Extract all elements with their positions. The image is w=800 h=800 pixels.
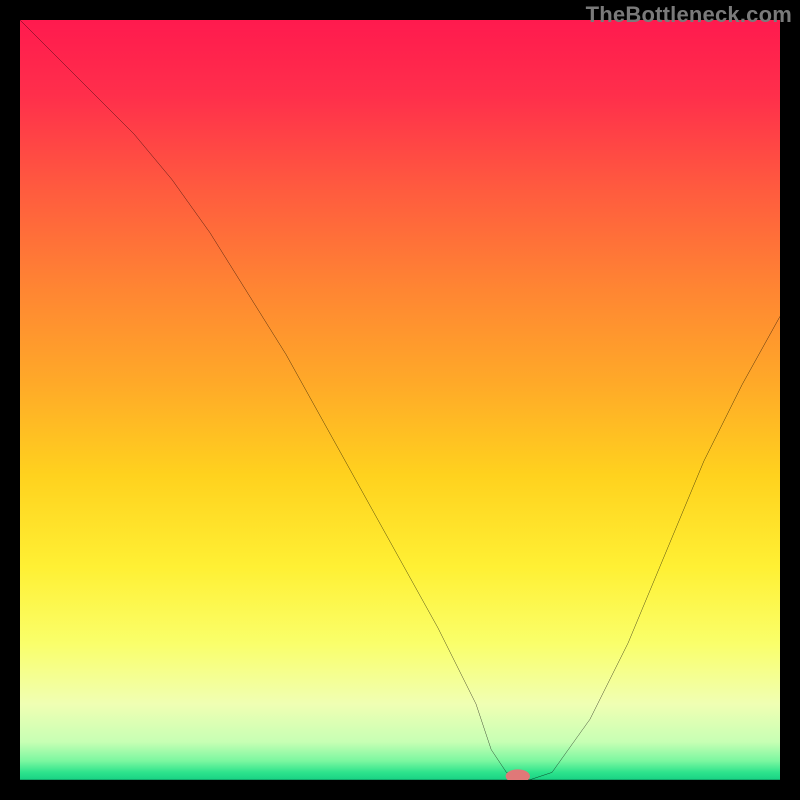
chart-frame: TheBottleneck.com [0, 0, 800, 800]
chart-svg [20, 20, 780, 780]
watermark: TheBottleneck.com [586, 2, 792, 28]
plot-area [20, 20, 780, 780]
